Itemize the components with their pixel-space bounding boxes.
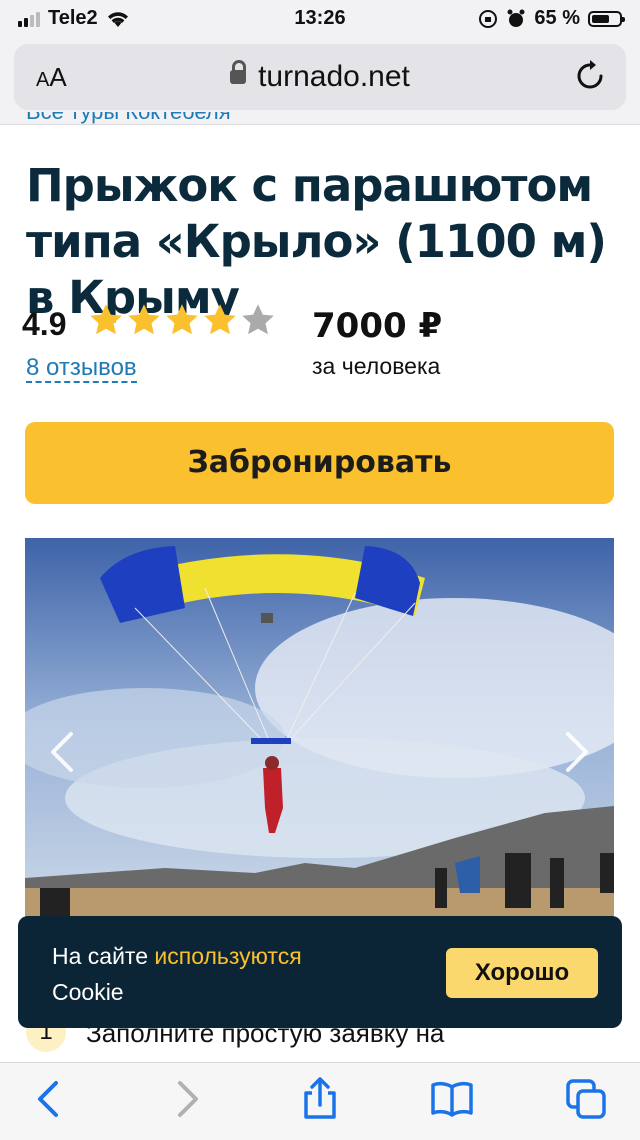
battery-percent: 65 % [534, 7, 580, 29]
cookie-text: На сайте [52, 943, 148, 969]
page-title: Прыжок с парашютом типа «Крыло» (1100 м)… [26, 159, 607, 324]
back-icon[interactable] [28, 1077, 72, 1121]
photo-carousel[interactable] [25, 538, 614, 928]
bookmarks-icon[interactable] [430, 1077, 474, 1121]
cookie-accept-button[interactable]: Хорошо [446, 948, 598, 998]
url-text: turnado.net [258, 60, 410, 93]
browser-toolbar [0, 1062, 640, 1140]
status-bar: Tele2 13:26 65 % [0, 0, 640, 38]
status-right: 65 % [478, 7, 625, 30]
share-icon[interactable] [298, 1077, 342, 1121]
star-icon [204, 304, 236, 335]
star-icon [242, 304, 274, 335]
url-display[interactable]: turnado.net [14, 60, 626, 94]
chevron-left-icon[interactable] [47, 730, 77, 774]
price: 7000 ₽ [312, 306, 443, 346]
rating-value: 4.9 [22, 306, 67, 342]
orientation-lock-icon [479, 9, 498, 28]
cookie-link[interactable]: используются [154, 943, 301, 969]
reviews-link[interactable]: 8 отзывов [26, 355, 137, 383]
chevron-right-icon[interactable] [562, 730, 592, 774]
alarm-icon [507, 9, 525, 27]
cookie-message: На сайте используются Cookie [52, 938, 392, 1010]
cookie-banner: На сайте используются Cookie Хорошо [18, 916, 622, 1028]
star-icon [128, 304, 160, 335]
forward-icon[interactable] [164, 1077, 208, 1121]
book-button[interactable]: Забронировать [25, 422, 614, 504]
cookie-text-end: Cookie [52, 979, 124, 1005]
lock-icon [230, 60, 247, 84]
star-icon [166, 304, 198, 335]
star-icon [90, 304, 122, 335]
reload-icon[interactable] [574, 60, 606, 92]
tabs-icon[interactable] [564, 1077, 608, 1121]
breadcrumb[interactable]: Все туры Коктебеля [26, 112, 231, 136]
price-unit: за человека [312, 353, 441, 379]
battery-icon [588, 10, 625, 27]
rating-stars [88, 302, 276, 338]
breadcrumb-link[interactable]: Все туры Коктебеля [26, 112, 231, 124]
address-bar[interactable]: AA turnado.net [14, 44, 626, 110]
skydiving-photo [25, 538, 614, 928]
